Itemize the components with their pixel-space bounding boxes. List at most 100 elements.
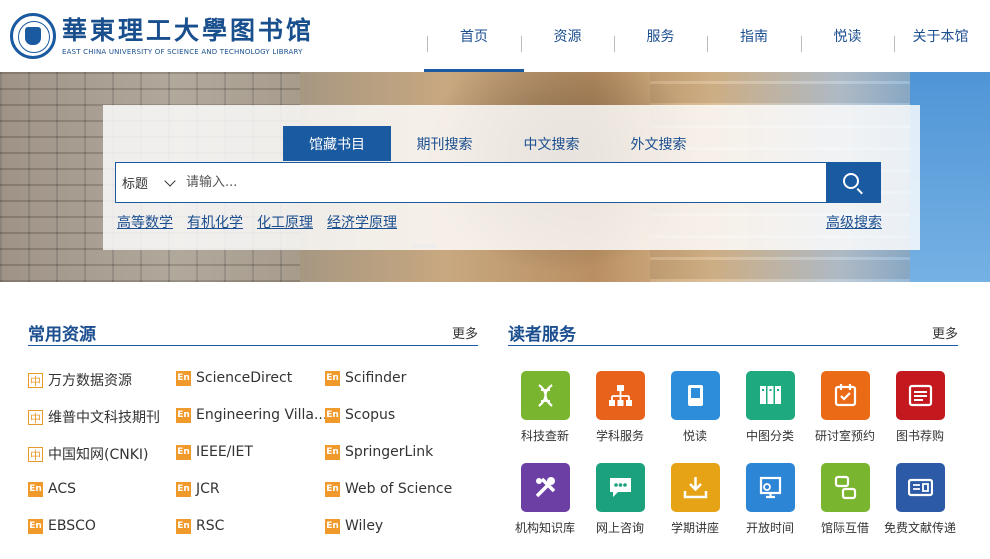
chinese-badge-icon: 中 <box>28 409 43 425</box>
resource-name: JCR <box>196 481 220 497</box>
hot-keywords: 高等数学 有机化学 化工原理 经济学原理 <box>117 212 411 232</box>
chevron-down-icon <box>164 175 176 187</box>
tools-icon <box>520 463 570 512</box>
nav-label: 资源 <box>553 29 582 45</box>
resource-link[interactable]: En Engineering Villa... <box>176 407 327 423</box>
hot-keyword-link[interactable]: 高等数学 <box>117 212 173 232</box>
nav-label: 关于本馆 <box>912 29 969 45</box>
resource-link[interactable]: En JCR <box>176 481 220 497</box>
resource-link[interactable]: En Web of Science <box>325 481 452 497</box>
list-icon <box>895 371 945 420</box>
nav-home[interactable]: 首页 <box>424 0 524 72</box>
resource-link[interactable]: En Wiley <box>325 518 383 534</box>
english-badge-icon: En <box>176 370 191 386</box>
library-name-en: EAST CHINA UNIVERSITY OF SCIENCE AND TEC… <box>62 47 303 56</box>
resource-name: Engineering Villa... <box>196 407 328 423</box>
tab-foreign[interactable]: 外文搜索 <box>605 126 712 161</box>
resource-link[interactable]: En IEEE/IET <box>176 444 253 460</box>
search-input[interactable] <box>186 163 816 202</box>
nav-reading[interactable]: 悦读 <box>801 0 894 72</box>
search-box: 标题 <box>115 162 881 203</box>
resource-name: ScienceDirect <box>196 370 293 386</box>
search-scope-select[interactable]: 标题 <box>116 163 184 202</box>
english-badge-icon: En <box>325 407 340 423</box>
resources-title: 常用资源 <box>28 325 96 345</box>
english-badge-icon: En <box>176 481 191 497</box>
resource-link[interactable]: En EBSCO <box>28 518 96 534</box>
english-badge-icon: En <box>28 518 43 534</box>
english-badge-icon: En <box>176 407 191 423</box>
resource-name: IEEE/IET <box>196 444 253 460</box>
clock-screen-icon <box>745 463 795 512</box>
english-badge-icon: En <box>325 481 340 497</box>
resources-header: 常用资源 更多 <box>28 320 478 346</box>
resource-link[interactable]: En ScienceDirect <box>176 370 292 386</box>
nav-label: 服务 <box>646 29 675 45</box>
org-chart-icon <box>595 371 645 420</box>
chinese-badge-icon: 中 <box>28 446 43 462</box>
site-header: 華東理工大學图书馆 EAST CHINA UNIVERSITY OF SCIEN… <box>0 0 990 72</box>
nav-guide[interactable]: 指南 <box>707 0 801 72</box>
nav-resources[interactable]: 资源 <box>521 0 614 72</box>
resource-name: Web of Science <box>345 481 453 497</box>
calendar-check-icon <box>820 371 870 420</box>
resource-link[interactable]: En SpringerLink <box>325 444 433 460</box>
search-icon <box>843 173 859 189</box>
nav-services[interactable]: 服务 <box>614 0 707 72</box>
service-link[interactable]: 图书荐购 <box>875 371 965 444</box>
resource-link[interactable]: En Scifinder <box>325 370 406 386</box>
bookshelf-icon <box>745 371 795 420</box>
service-label: 图书荐购 <box>895 429 944 443</box>
resource-name: 维普中文科技期刊 <box>48 410 160 426</box>
search-panel: 馆藏书目 期刊搜索 中文搜索 外文搜索 标题 高等数学 有机化学 化工原理 经济… <box>103 105 920 250</box>
resource-link[interactable]: 中万方数据资源 <box>28 370 132 390</box>
resources-more-link[interactable]: 更多 <box>452 323 478 342</box>
university-seal-icon <box>10 13 56 59</box>
hot-keyword-link[interactable]: 有机化学 <box>187 212 243 232</box>
resource-link[interactable]: En RSC <box>176 518 224 534</box>
resource-link[interactable]: 中中国知网(CNKI) <box>28 444 148 464</box>
scope-value: 标题 <box>122 177 149 192</box>
tab-chinese[interactable]: 中文搜索 <box>498 126 605 161</box>
resource-name: RSC <box>196 518 225 534</box>
nav-about[interactable]: 关于本馆 <box>894 0 987 72</box>
resource-name: Scifinder <box>345 370 407 386</box>
english-badge-icon: En <box>176 444 191 460</box>
chinese-badge-icon: 中 <box>28 372 43 388</box>
resource-name: Wiley <box>345 518 384 534</box>
english-badge-icon: En <box>176 518 191 534</box>
nav-label: 首页 <box>460 29 488 45</box>
english-badge-icon: En <box>325 444 340 460</box>
search-button[interactable] <box>826 163 880 202</box>
resource-link[interactable]: En ACS <box>28 481 76 497</box>
resource-name: 万方数据资源 <box>48 373 132 389</box>
services-more-link[interactable]: 更多 <box>932 323 958 342</box>
nav-label: 悦读 <box>833 29 862 45</box>
card-icon <box>895 463 945 512</box>
hot-keyword-link[interactable]: 经济学原理 <box>327 212 397 232</box>
chat-icon <box>595 463 645 512</box>
resource-name: Scopus <box>345 407 396 423</box>
main-nav: 首页 资源 服务 指南 悦读 关于本馆 <box>424 0 987 72</box>
english-badge-icon: En <box>28 481 43 497</box>
advanced-search-link[interactable]: 高级搜索 <box>826 212 882 232</box>
library-logo[interactable]: 華東理工大學图书馆 EAST CHINA UNIVERSITY OF SCIEN… <box>10 13 314 59</box>
resource-name: ACS <box>48 481 76 497</box>
resource-name: 中国知网(CNKI) <box>48 447 149 463</box>
resource-name: EBSCO <box>48 518 96 534</box>
services-title: 读者服务 <box>508 325 576 345</box>
tab-catalog[interactable]: 馆藏书目 <box>283 126 391 161</box>
download-tray-icon <box>670 463 720 512</box>
search-tabs: 馆藏书目 期刊搜索 中文搜索 外文搜索 <box>283 126 712 161</box>
service-link[interactable]: 免费文献传递 <box>875 463 965 536</box>
english-badge-icon: En <box>325 518 340 534</box>
resource-name: SpringerLink <box>345 444 434 460</box>
hot-keyword-link[interactable]: 化工原理 <box>257 212 313 232</box>
library-name-cn: 華東理工大學图书馆 <box>62 15 315 45</box>
service-label: 免费文献传递 <box>883 521 956 535</box>
resource-link[interactable]: En Scopus <box>325 407 395 423</box>
tab-journals[interactable]: 期刊搜索 <box>391 126 498 161</box>
services-header: 读者服务 更多 <box>508 320 958 346</box>
resource-link[interactable]: 中维普中文科技期刊 <box>28 407 160 427</box>
exchange-icon <box>820 463 870 512</box>
